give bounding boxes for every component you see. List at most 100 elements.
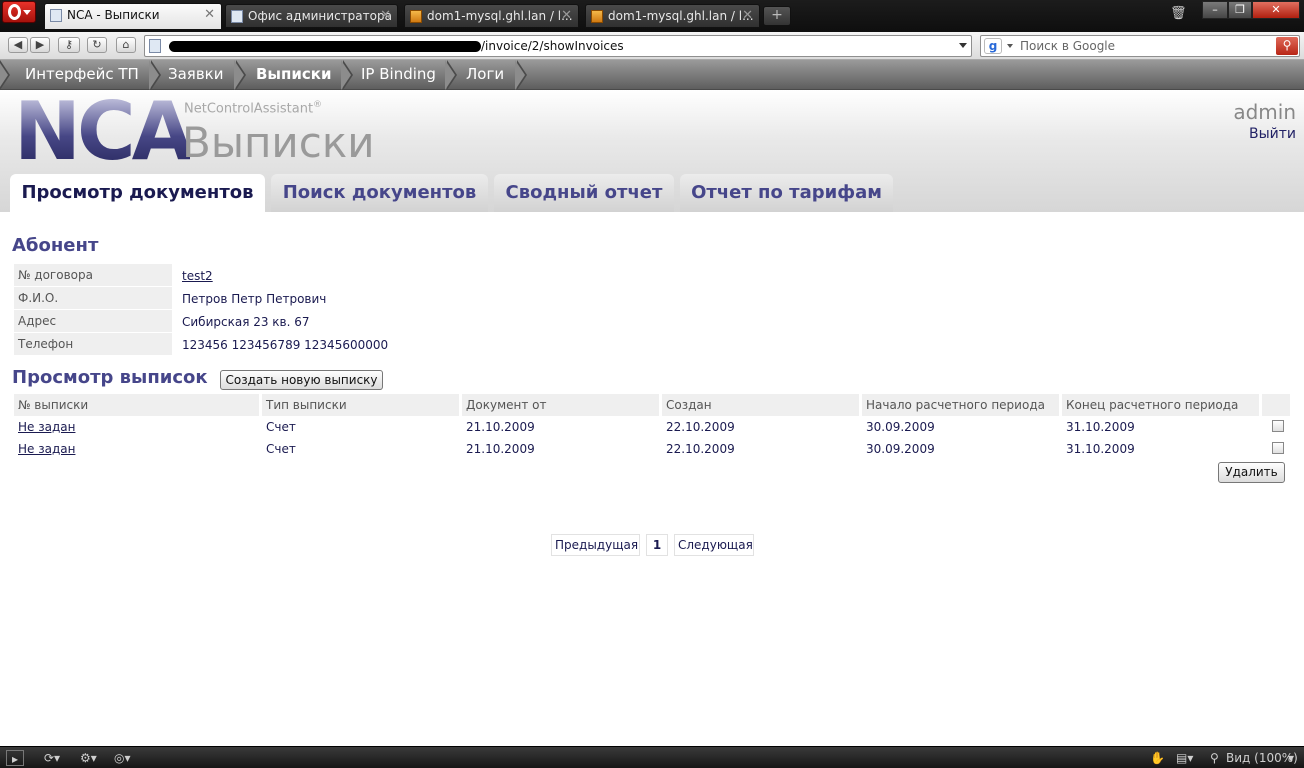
opera-logo-icon: [8, 4, 21, 20]
table-row: Не задан Счет 21.10.2009 22.10.2009 30.0…: [14, 438, 1290, 460]
tab-tariff-report[interactable]: Отчет по тарифам: [680, 174, 893, 212]
column-header: Тип выписки: [262, 394, 462, 416]
url-field[interactable]: /invoice/2/showInvoices: [144, 35, 972, 57]
tab-search-documents[interactable]: Поиск документов: [271, 174, 488, 212]
sync-icon[interactable]: ⟳▾: [44, 750, 60, 766]
panel-toggle-icon[interactable]: ▸: [6, 750, 24, 766]
browser-tab-2[interactable]: Офис администратора ✕: [225, 4, 398, 28]
chevron-down-icon[interactable]: ▾: [1288, 750, 1294, 766]
close-icon[interactable]: ✕: [561, 5, 572, 27]
select-cell: [1262, 438, 1290, 460]
column-header: Создан: [662, 394, 862, 416]
back-button[interactable]: ◀: [8, 37, 28, 53]
nav-item-logs[interactable]: Логи: [466, 60, 504, 90]
registered-mark: ®: [313, 100, 323, 110]
subscriber-row: Ф.И.О. Петров Петр Петрович: [14, 287, 392, 310]
nav-separator: [234, 60, 248, 90]
pager-prev[interactable]: Предыдущая: [551, 534, 640, 556]
column-header: Начало расчетного периода: [862, 394, 1062, 416]
invoice-type-cell: Счет: [266, 420, 296, 434]
tab-summary-report[interactable]: Сводный отчет: [494, 174, 674, 212]
create-invoice-button[interactable]: Создать новую выписку: [220, 370, 383, 390]
pager-next[interactable]: Следующая: [674, 534, 754, 556]
status-bar: ▸ ⟳▾ ⚙▾ ◎▾ ✋ ▤▾ ⚲ Вид (100%) ▾: [0, 746, 1304, 768]
field-value: Петров Петр Петрович: [182, 291, 327, 306]
redacted-host: [169, 41, 481, 52]
contract-link[interactable]: test2: [182, 269, 213, 283]
table-row: Не задан Счет 21.10.2009 22.10.2009 30.0…: [14, 416, 1290, 438]
forward-button[interactable]: ▶: [30, 37, 50, 53]
search-icon[interactable]: ⚲: [1276, 37, 1298, 55]
page-icon[interactable]: ▤▾: [1176, 750, 1193, 766]
product-name-text: NetControlAssistant: [184, 101, 314, 117]
chevron-down-icon: [23, 10, 31, 15]
tab-view-documents[interactable]: Просмотр документов: [10, 174, 265, 212]
window-close-button[interactable]: ✕: [1252, 1, 1300, 19]
period-end-cell: 31.10.2009: [1066, 442, 1135, 456]
column-header-select: [1262, 394, 1290, 416]
delete-button[interactable]: Удалить: [1218, 462, 1285, 483]
page-title: Выписки: [182, 118, 375, 167]
page-icon: [50, 9, 62, 22]
subscriber-row: Телефон 123456 123456789 12345600000: [14, 333, 392, 356]
invoices-table: № выписки Тип выписки Документ от Создан…: [14, 394, 1290, 460]
close-icon[interactable]: ✕: [380, 5, 391, 27]
reload-button[interactable]: ↻: [87, 37, 107, 53]
url-text: /invoice/2/showInvoices: [481, 39, 624, 53]
new-tab-button[interactable]: +: [763, 6, 791, 26]
close-icon[interactable]: ✕: [742, 5, 753, 27]
google-icon[interactable]: g: [984, 38, 1002, 54]
field-value: 123456 123456789 12345600000: [182, 337, 389, 352]
app-header: NCA NetControlAssistant® Выписки admin В…: [0, 90, 1304, 212]
unite-icon[interactable]: ⚙▾: [80, 750, 97, 766]
close-icon[interactable]: ✕: [204, 4, 215, 26]
invoice-number-cell: Не задан: [14, 416, 262, 438]
period-start-cell: 30.09.2009: [866, 442, 935, 456]
field-value: test2: [172, 264, 392, 287]
chevron-down-icon[interactable]: [1007, 44, 1013, 48]
invoice-link[interactable]: Не задан: [18, 442, 75, 456]
browser-tab-bar: NCA - Выписки ✕ Офис администратора ✕ do…: [0, 0, 1304, 32]
browser-tab-1[interactable]: NCA - Выписки ✕: [44, 3, 222, 30]
key-icon[interactable]: ⚷: [58, 37, 80, 53]
product-name: NetControlAssistant®: [184, 100, 322, 116]
period-end-cell: 31.10.2009: [1066, 420, 1135, 434]
column-header: № выписки: [14, 394, 262, 416]
nav-item-ip-binding[interactable]: IP Binding: [361, 60, 436, 90]
browser-tab-title: dom1-mysql.ghl.lan / l...: [608, 9, 754, 23]
nav-item-invoices[interactable]: Выписки: [256, 60, 331, 90]
nav-separator: [445, 60, 459, 90]
invoice-type-cell: Счет: [266, 442, 296, 456]
field-label: Ф.И.О.: [14, 287, 172, 310]
field-label: Адрес: [14, 310, 172, 333]
nca-logo: NCA: [14, 85, 194, 178]
invoice-link[interactable]: Не задан: [18, 420, 75, 434]
trash-icon[interactable]: 🗑: [1170, 6, 1187, 24]
row-checkbox[interactable]: [1272, 441, 1284, 454]
browser-tab-3[interactable]: dom1-mysql.ghl.lan / l... ✕: [404, 4, 579, 28]
search-placeholder: Поиск в Google: [1020, 39, 1116, 53]
doc-date-cell: 21.10.2009: [466, 442, 535, 456]
pager-current-page[interactable]: 1: [646, 534, 668, 556]
minimize-button[interactable]: –: [1202, 1, 1228, 19]
hand-icon[interactable]: ✋: [1150, 750, 1165, 766]
chevron-down-icon[interactable]: [959, 43, 967, 48]
zoom-icon[interactable]: ⚲: [1210, 750, 1219, 766]
subscriber-row: Адрес Сибирская 23 кв. 67: [14, 310, 392, 333]
browser-tab-title: dom1-mysql.ghl.lan / l...: [427, 9, 573, 23]
page-icon: [149, 39, 161, 53]
page-icon: [231, 10, 243, 23]
logout-link[interactable]: Выйти: [1249, 126, 1296, 142]
column-header: Документ от: [462, 394, 662, 416]
search-field[interactable]: g Поиск в Google ⚲: [980, 35, 1300, 57]
turbo-icon[interactable]: ◎▾: [114, 750, 131, 766]
column-header: Конец расчетного периода: [1062, 394, 1262, 416]
browser-tab-4[interactable]: dom1-mysql.ghl.lan / l... ✕: [585, 4, 760, 28]
home-button[interactable]: ⌂: [116, 37, 136, 53]
subscriber-row: № договора test2: [14, 264, 392, 287]
row-checkbox[interactable]: [1272, 419, 1284, 432]
phpmyadmin-icon: [591, 10, 603, 23]
opera-menu-button[interactable]: [2, 1, 36, 23]
subscriber-table: № договора test2 Ф.И.О. Петров Петр Петр…: [14, 264, 392, 356]
maximize-button[interactable]: ❐: [1228, 1, 1252, 19]
